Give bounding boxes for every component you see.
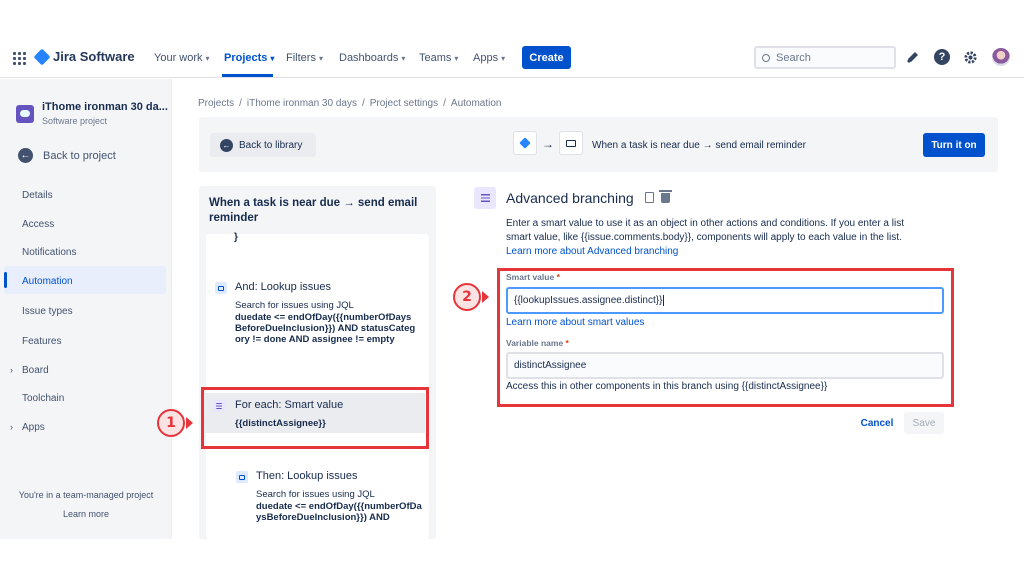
brand-name: Jira Software bbox=[53, 49, 135, 64]
annotation-box-2 bbox=[497, 268, 954, 407]
back-to-project-label: Back to project bbox=[43, 149, 116, 162]
search-placeholder: Search bbox=[776, 51, 811, 64]
annotation-badge-2: 2 bbox=[453, 283, 481, 311]
nav-dashboards[interactable]: Dashboards ▾ bbox=[339, 52, 405, 64]
breadcrumb-separator: / bbox=[239, 98, 242, 109]
copy-icon[interactable] bbox=[645, 192, 654, 203]
jira-trigger-icon bbox=[519, 137, 531, 149]
breadcrumb-separator: / bbox=[443, 98, 446, 109]
breadcrumb-projects[interactable]: Projects bbox=[198, 98, 234, 109]
chevron-down-icon: ▾ bbox=[501, 53, 506, 63]
sidebar-item-access[interactable]: Access bbox=[22, 219, 54, 230]
nav-label: Teams bbox=[419, 52, 452, 64]
trash-icon[interactable] bbox=[659, 190, 672, 203]
back-to-library-label: Back to library bbox=[239, 139, 303, 151]
annotation-pointer-1 bbox=[186, 417, 193, 429]
search-input[interactable]: Search bbox=[754, 46, 896, 69]
nav-projects[interactable]: Projects ▾ bbox=[224, 52, 274, 64]
sidebar-item-details[interactable]: Details bbox=[22, 190, 53, 201]
chevron-down-icon: ▾ bbox=[454, 53, 459, 63]
sidebar-item-issue-types[interactable]: Issue types bbox=[22, 306, 73, 317]
active-item-indicator bbox=[4, 272, 7, 288]
component-description: Search for issues using JQL bbox=[235, 300, 354, 311]
sidebar-item-notifications[interactable]: Notifications bbox=[22, 247, 76, 258]
arrow-right-icon: → bbox=[542, 137, 554, 151]
project-name[interactable]: iThome ironman 30 da... bbox=[42, 101, 168, 113]
trigger-icon-box bbox=[513, 131, 537, 155]
rule-title: When a task is near due → send email rem… bbox=[592, 140, 806, 151]
lookup-issues-icon bbox=[236, 471, 248, 483]
lookup-issues-icon bbox=[215, 282, 227, 294]
breadcrumb-automation[interactable]: Automation bbox=[451, 98, 502, 109]
save-button[interactable]: Save bbox=[904, 412, 944, 434]
annotation-box-1 bbox=[201, 387, 429, 449]
nav-teams[interactable]: Teams ▾ bbox=[419, 52, 458, 64]
chevron-down-icon: ▾ bbox=[270, 53, 275, 63]
notifications-icon[interactable] bbox=[905, 49, 921, 65]
nav-label: Filters bbox=[286, 52, 316, 64]
jira-logo[interactable]: Jira Software bbox=[33, 48, 135, 65]
cancel-button[interactable]: Cancel bbox=[855, 412, 899, 434]
user-avatar[interactable] bbox=[992, 48, 1010, 66]
create-button[interactable]: Create bbox=[522, 46, 571, 69]
arrow-left-icon: ← bbox=[18, 148, 33, 163]
help-icon[interactable]: ? bbox=[934, 49, 950, 65]
component-title[interactable]: And: Lookup issues bbox=[235, 281, 331, 293]
config-title: Advanced branching bbox=[506, 190, 634, 206]
nav-filters[interactable]: Filters ▾ bbox=[286, 52, 323, 64]
team-managed-note: You're in a team-managed project bbox=[18, 490, 154, 500]
breadcrumb: Projects / iThome ironman 30 days / Projec… bbox=[198, 98, 502, 109]
app-switcher-icon[interactable] bbox=[13, 52, 26, 65]
search-icon bbox=[762, 53, 770, 62]
sidebar-item-apps[interactable]: Apps bbox=[22, 422, 45, 433]
breadcrumb-separator: / bbox=[361, 98, 365, 109]
nav-label: Projects bbox=[224, 52, 268, 64]
rule-panel-title: When a task is near due → send email rem… bbox=[209, 197, 418, 224]
project-type: Software project bbox=[42, 116, 108, 126]
learn-more-link[interactable]: Learn more bbox=[0, 509, 172, 519]
sidebar-item-toolchain[interactable]: Toolchain bbox=[22, 393, 64, 404]
turn-it-on-button[interactable]: Turn it on bbox=[923, 133, 985, 157]
annotation-badge-1: 1 bbox=[157, 409, 185, 437]
advanced-branching-icon bbox=[474, 187, 496, 209]
email-icon bbox=[566, 139, 576, 147]
component-jql: duedate <= endOfDay({{numberOfDaysBefore… bbox=[256, 501, 422, 523]
description-text: Enter a smart value to use it as an obje… bbox=[506, 218, 904, 243]
nav-apps[interactable]: Apps ▾ bbox=[473, 52, 505, 64]
nav-label: Apps bbox=[473, 52, 499, 64]
advanced-branching-link[interactable]: Learn more about Advanced branching bbox=[506, 246, 678, 257]
component-description: Search for issues using JQL bbox=[256, 489, 375, 500]
code-fragment: } bbox=[234, 232, 238, 243]
chevron-right-icon[interactable]: › bbox=[10, 422, 13, 432]
arrow-left-icon: ← bbox=[220, 138, 233, 152]
component-title[interactable]: Then: Lookup issues bbox=[256, 470, 358, 482]
chevron-right-icon[interactable]: › bbox=[10, 365, 13, 375]
back-to-project-link[interactable]: ← Back to project bbox=[18, 148, 116, 163]
annotation-pointer-2 bbox=[482, 291, 489, 303]
sidebar-item-automation[interactable]: Automation bbox=[22, 276, 73, 287]
sidebar-item-features[interactable]: Features bbox=[22, 336, 61, 347]
chevron-down-icon: ▾ bbox=[401, 53, 406, 63]
active-nav-indicator bbox=[222, 74, 273, 77]
action-icon-box bbox=[559, 131, 583, 155]
breadcrumb-project-settings[interactable]: Project settings bbox=[370, 98, 438, 109]
sidebar-item-board[interactable]: Board bbox=[22, 365, 49, 376]
chevron-down-icon: ▾ bbox=[318, 53, 323, 63]
settings-gear-icon[interactable] bbox=[962, 49, 978, 65]
component-jql: duedate <= endOfDay({{numberOfDaysBefore… bbox=[235, 312, 416, 345]
project-avatar-icon bbox=[16, 105, 34, 123]
breadcrumb-project[interactable]: iThome ironman 30 days bbox=[247, 98, 357, 109]
nav-label: Your work bbox=[154, 52, 203, 64]
chevron-down-icon: ▾ bbox=[205, 53, 210, 63]
jira-diamond-icon bbox=[33, 48, 51, 65]
back-to-library-button[interactable]: ← Back to library bbox=[210, 133, 316, 157]
nav-label: Dashboards bbox=[339, 52, 399, 64]
config-description: Enter a smart value to use it as an obje… bbox=[506, 217, 926, 259]
nav-your-work[interactable]: Your work ▾ bbox=[154, 52, 210, 64]
